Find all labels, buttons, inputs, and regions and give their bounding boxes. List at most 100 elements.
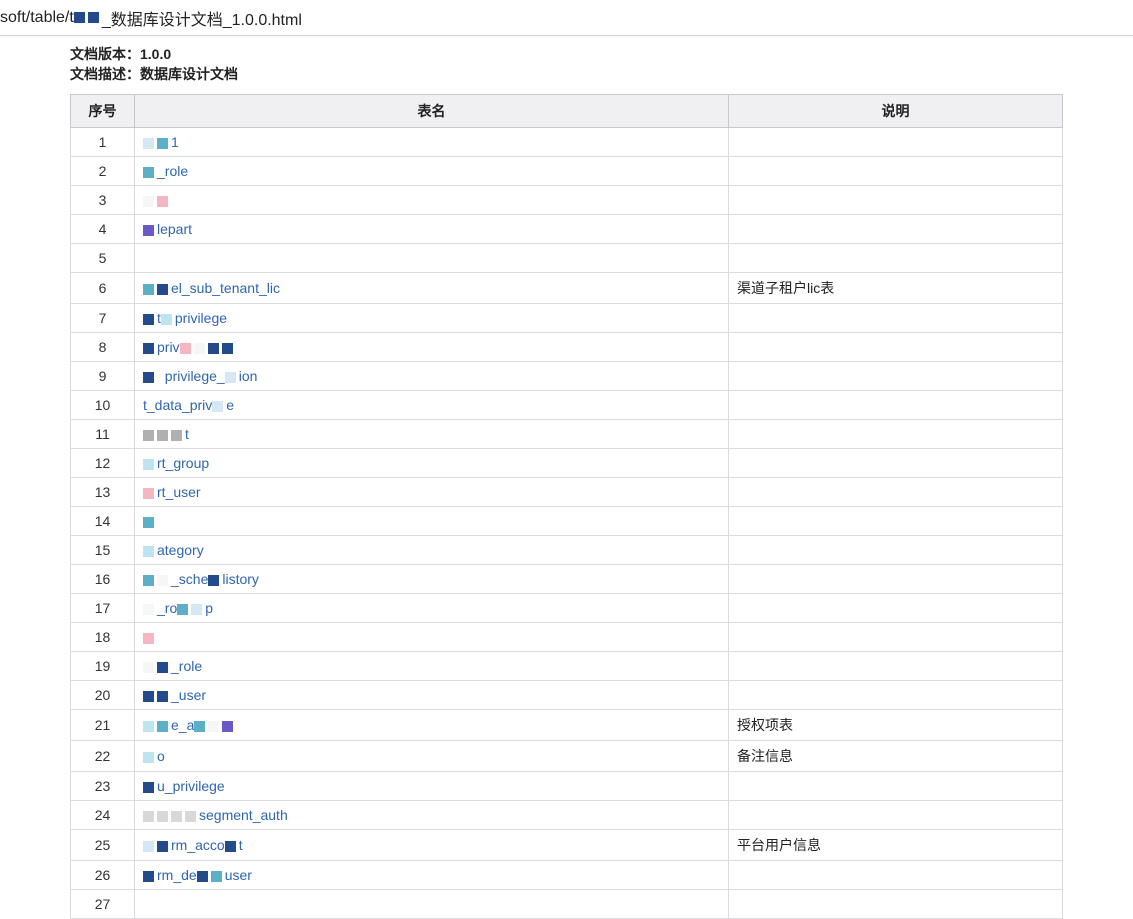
table-link[interactable] [143, 513, 157, 529]
row-tablename-cell: 1 [135, 128, 729, 157]
document-body: 文档版本：1.0.0 文档描述：数据库设计文档 序号 表名 说明 112_rol… [0, 36, 1133, 919]
pixelated-fragment [143, 604, 157, 615]
row-tablename-cell [135, 186, 729, 215]
col-name-header: 表名 [135, 95, 729, 128]
pixelated-fragment [143, 167, 157, 178]
doc-meta: 文档版本：1.0.0 文档描述：数据库设计文档 [70, 36, 1063, 94]
pixelated-fragment [143, 314, 157, 325]
table-link[interactable]: _sche listory [143, 571, 259, 587]
doc-desc-line: 文档描述：数据库设计文档 [70, 64, 1063, 84]
table-link[interactable]: tprivilege [143, 310, 227, 326]
table-link-text: _sche [171, 571, 208, 587]
row-index: 8 [71, 333, 135, 362]
row-description [729, 890, 1063, 919]
table-row: 24 segment_auth [71, 801, 1063, 830]
table-link[interactable]: rt_group [143, 455, 209, 471]
table-link-text: u_privilege [157, 778, 225, 794]
table-link-text: listory [222, 571, 259, 587]
row-description: 备注信息 [729, 741, 1063, 772]
table-link[interactable]: 1 [143, 134, 179, 150]
row-index: 24 [71, 801, 135, 830]
table-row: 12rt_group [71, 449, 1063, 478]
row-tablename-cell: u_privilege [135, 772, 729, 801]
row-tablename-cell: o [135, 741, 729, 772]
col-desc-header: 说明 [729, 95, 1063, 128]
pixelated-fragment [177, 604, 205, 615]
addressbar[interactable]: soft/table/t _数据库设计文档_1.0.0.html [0, 0, 1133, 36]
row-description: 平台用户信息 [729, 830, 1063, 861]
table-link[interactable] [143, 629, 157, 645]
table-link[interactable]: e_a [143, 717, 236, 733]
table-row: 7tprivilege [71, 304, 1063, 333]
pixelated-fragment [194, 721, 236, 732]
table-link-text: _role [157, 163, 188, 179]
row-tablename-cell: e_a [135, 710, 729, 741]
table-link[interactable]: _role [143, 658, 202, 674]
table-link[interactable]: rt_user [143, 484, 201, 500]
table-link[interactable]: t_data_prive [143, 397, 234, 413]
table-link-text: rm_acco [171, 837, 225, 853]
row-index: 19 [71, 652, 135, 681]
table-row: 3 [71, 186, 1063, 215]
row-index: 23 [71, 772, 135, 801]
table-row: 5 [71, 244, 1063, 273]
pixelated-fragment [225, 841, 239, 852]
row-tablename-cell: rt_group [135, 449, 729, 478]
table-link-text: privilege_ [165, 368, 225, 384]
table-link[interactable]: segment_auth [143, 807, 288, 823]
table-link[interactable]: _role [143, 163, 188, 179]
table-link[interactable]: priv [143, 339, 236, 355]
table-row: 26rm_deuser [71, 861, 1063, 890]
pixelated-fragment [212, 401, 226, 412]
row-description [729, 594, 1063, 623]
table-link-text: t_data_priv [143, 397, 212, 413]
row-index: 1 [71, 128, 135, 157]
table-row: 11 [71, 128, 1063, 157]
table-link-text: segment_auth [199, 807, 288, 823]
table-link[interactable] [143, 192, 171, 208]
row-description [729, 478, 1063, 507]
table-link[interactable]: ategory [143, 542, 204, 558]
row-description [729, 801, 1063, 830]
table-link[interactable]: u_privilege [143, 778, 225, 794]
table-link[interactable]: rm_deuser [143, 867, 252, 883]
row-tablename-cell: priv [135, 333, 729, 362]
pixelated-fragment [143, 782, 157, 793]
table-row: 17_rop [71, 594, 1063, 623]
row-index: 11 [71, 420, 135, 449]
row-tablename-cell: t [135, 420, 729, 449]
table-link-text: user [225, 867, 252, 883]
doc-desc-label: 文档描述： [70, 66, 140, 82]
row-tablename-cell: rm_acco t [135, 830, 729, 861]
table-row: 14 [71, 507, 1063, 536]
table-link[interactable]: _rop [143, 600, 213, 616]
table-link-text: lepart [157, 221, 192, 237]
table-link[interactable]: lepart [143, 221, 192, 237]
pixelated-fragment [143, 430, 185, 441]
doc-version-line: 文档版本：1.0.0 [70, 44, 1063, 64]
pixelated-fragment [197, 871, 225, 882]
row-tablename-cell: _sche listory [135, 565, 729, 594]
row-tablename-cell: segment_auth [135, 801, 729, 830]
table-link-text: t [185, 426, 189, 442]
pixelated-fragment [143, 662, 171, 673]
row-description [729, 652, 1063, 681]
row-description [729, 565, 1063, 594]
table-link[interactable]: t [143, 426, 189, 442]
table-link-text: ion [239, 368, 258, 384]
row-index: 10 [71, 391, 135, 420]
row-tablename-cell: rm_deuser [135, 861, 729, 890]
row-tablename-cell [135, 507, 729, 536]
pixelated-fragment [143, 811, 199, 822]
row-description [729, 304, 1063, 333]
row-index: 25 [71, 830, 135, 861]
table-link[interactable]: privilege_ ion [143, 368, 257, 384]
table-row: 10 t_data_prive [71, 391, 1063, 420]
table-link[interactable]: rm_acco t [143, 837, 243, 853]
table-link[interactable]: o [143, 748, 165, 764]
table-link-text: 1 [171, 134, 179, 150]
table-link-text: t [239, 837, 243, 853]
table-link[interactable]: _user [143, 687, 206, 703]
pixelated-fragment [143, 721, 171, 732]
table-link[interactable]: el_sub_tenant_lic [143, 280, 280, 296]
